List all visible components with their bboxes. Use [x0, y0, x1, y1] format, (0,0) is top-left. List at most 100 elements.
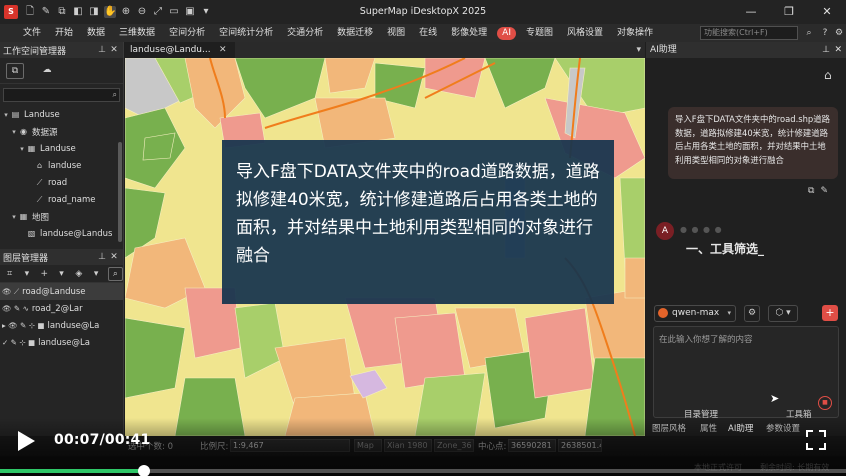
- tree-node-icon: ◉: [20, 127, 27, 136]
- open-workspace-icon[interactable]: ⧉: [6, 62, 24, 79]
- chat-input-box[interactable]: [653, 326, 839, 418]
- menu-item[interactable]: AI: [497, 26, 516, 40]
- tab-toolbox[interactable]: 工具箱: [786, 408, 812, 420]
- chat-input[interactable]: [654, 327, 838, 417]
- tab-ai-assistant[interactable]: AI助理: [728, 422, 753, 434]
- menu-item[interactable]: 影像处理: [444, 24, 494, 42]
- workspace-scrollbar[interactable]: [118, 142, 122, 242]
- add-layer-icon[interactable]: +: [39, 269, 50, 279]
- model-selector[interactable]: qwen-max ▾: [654, 304, 736, 322]
- tree-item[interactable]: ▾ ▤ Landuse: [0, 106, 123, 123]
- menu-item[interactable]: 空间分析: [162, 24, 212, 42]
- quick-access-icon[interactable]: 🗋: [24, 6, 36, 18]
- pin-icon[interactable]: ⊥: [96, 249, 108, 265]
- tab-layer-style[interactable]: 图层风格: [652, 422, 686, 434]
- close-button[interactable]: ✕: [808, 0, 846, 24]
- play-icon[interactable]: [16, 430, 36, 452]
- close-icon[interactable]: ✕: [219, 42, 227, 58]
- tools-dropdown-button[interactable]: ⬡ ▾: [768, 304, 799, 322]
- center-x-field[interactable]: 36590281: [508, 439, 556, 452]
- menu-item[interactable]: 交通分析: [280, 24, 330, 42]
- home-icon[interactable]: ⌂: [824, 68, 832, 82]
- chevron-down-icon[interactable]: ▾: [10, 128, 18, 136]
- tab-list-icon[interactable]: ▾: [636, 42, 641, 58]
- fullscreen-icon[interactable]: [806, 430, 826, 450]
- chevron-down-icon[interactable]: ▾: [2, 111, 10, 119]
- new-chat-button[interactable]: +: [822, 305, 838, 321]
- tree-item[interactable]: ⟋ road_name: [0, 191, 123, 208]
- pin-icon[interactable]: ⊥: [96, 42, 108, 58]
- quick-access-icon[interactable]: ◧: [72, 6, 84, 18]
- settings-icon[interactable]: ⚙: [832, 27, 846, 39]
- layer-item[interactable]: 👁 ✎ ∿ road_2@Lar: [0, 300, 123, 317]
- layer-item[interactable]: 👁 ⟋ road@Landuse: [0, 283, 123, 300]
- close-icon[interactable]: ✕: [834, 42, 842, 58]
- pin-icon[interactable]: ⊥: [822, 42, 830, 58]
- center-y-field[interactable]: 2638501.4: [558, 439, 602, 452]
- map-canvas[interactable]: 导入F盘下DATA文件夹中的road道路数据，道路拟修建40米宽，统计修建道路后…: [125, 58, 645, 436]
- quick-access-icon[interactable]: ▾: [200, 6, 212, 18]
- menu-item[interactable]: 文件: [16, 24, 48, 42]
- tree-item[interactable]: ⌂ landuse: [0, 157, 123, 174]
- tree-item[interactable]: ▾ ▦ 地图: [0, 208, 123, 225]
- layer-visibility-icon[interactable]: ▸ 👁 ✎ ⊹ ■: [2, 321, 44, 330]
- search-icon[interactable]: ⌕: [107, 266, 123, 281]
- tab-catalog[interactable]: 目录管理: [684, 408, 718, 420]
- quick-access-icon[interactable]: ⊖: [136, 6, 148, 18]
- layer-visibility-icon[interactable]: ✓ ✎ ⊹ ■: [2, 338, 35, 347]
- task-caption-text: 导入F盘下DATA文件夹中的road道路数据，道路拟修建40米宽，统计修建道路后…: [236, 162, 600, 266]
- menu-item[interactable]: 数据迁移: [330, 24, 380, 42]
- menu-item[interactable]: 开始: [48, 24, 80, 42]
- workspace-tree-search[interactable]: ⌕: [3, 88, 120, 102]
- chevron-down-icon[interactable]: ▾: [56, 269, 67, 279]
- menu-item[interactable]: 数据: [80, 24, 112, 42]
- tree-item[interactable]: ▾ ▦ Landuse: [0, 140, 123, 157]
- tab-properties[interactable]: 属性: [700, 422, 717, 434]
- layers-icon[interactable]: ◈: [73, 269, 84, 279]
- quick-access-icon[interactable]: ▣: [184, 6, 196, 18]
- layer-visibility-icon[interactable]: 👁 ⟋: [2, 287, 19, 297]
- chevron-down-icon[interactable]: ▾: [10, 213, 18, 221]
- quick-access-icon[interactable]: ◨: [88, 6, 100, 18]
- stop-generation-button[interactable]: ■: [818, 396, 832, 410]
- menu-item[interactable]: 对象操作: [610, 24, 660, 42]
- menu-item[interactable]: 专题图: [519, 24, 560, 42]
- quick-access-icon[interactable]: ✋: [104, 6, 116, 18]
- landuse-polygon: [424, 58, 486, 99]
- function-search-input[interactable]: 功能搜索(Ctrl+F): [700, 26, 798, 40]
- search-icon[interactable]: ⌕: [802, 27, 816, 39]
- layer-visibility-icon[interactable]: 👁 ✎ ∿: [2, 304, 29, 313]
- quick-access-icon[interactable]: ⤢: [152, 6, 164, 18]
- close-icon[interactable]: ✕: [108, 42, 120, 58]
- close-icon[interactable]: ✕: [108, 249, 120, 265]
- tab-parameter-settings[interactable]: 参数设置: [766, 422, 800, 434]
- layer-group-icon[interactable]: ⌗: [4, 269, 15, 279]
- quick-access-icon[interactable]: ⧉: [56, 6, 68, 18]
- quick-access-icon[interactable]: ⊕: [120, 6, 132, 18]
- scale-input[interactable]: 1:9,467: [230, 439, 350, 452]
- menu-item[interactable]: 三维数据: [112, 24, 162, 42]
- quick-access-icon[interactable]: ✎: [40, 6, 52, 18]
- menu-item[interactable]: 风格设置: [560, 24, 610, 42]
- minimize-button[interactable]: —: [732, 0, 770, 24]
- app-logo-icon: S: [4, 5, 18, 19]
- restore-button[interactable]: ❐: [770, 0, 808, 24]
- cloud-workspace-icon[interactable]: ☁: [38, 63, 56, 79]
- menu-item[interactable]: 在线: [412, 24, 444, 42]
- chevron-down-icon[interactable]: ▾: [90, 269, 101, 279]
- layer-item[interactable]: ✓ ✎ ⊹ ■ landuse@La: [0, 334, 123, 351]
- chevron-down-icon[interactable]: ▾: [18, 145, 26, 153]
- layer-item[interactable]: ▸ 👁 ✎ ⊹ ■ landuse@La: [0, 317, 123, 334]
- quick-access-icon[interactable]: ▭: [168, 6, 180, 18]
- menu-item[interactable]: 视图: [380, 24, 412, 42]
- tree-item[interactable]: ⟋ road: [0, 174, 123, 191]
- menu-item[interactable]: 空间统计分析: [212, 24, 280, 42]
- copy-icon[interactable]: ⧉: [808, 186, 814, 196]
- chevron-down-icon[interactable]: ▾: [21, 269, 32, 279]
- tree-item[interactable]: ▾ ◉ 数据源: [0, 123, 123, 140]
- model-settings-button[interactable]: ⚙: [744, 304, 761, 322]
- video-progress-knob[interactable]: [137, 465, 150, 476]
- help-icon[interactable]: ?: [818, 27, 832, 39]
- edit-icon[interactable]: ✎: [820, 186, 828, 196]
- tree-item[interactable]: ▧ landuse@Landus: [0, 225, 123, 242]
